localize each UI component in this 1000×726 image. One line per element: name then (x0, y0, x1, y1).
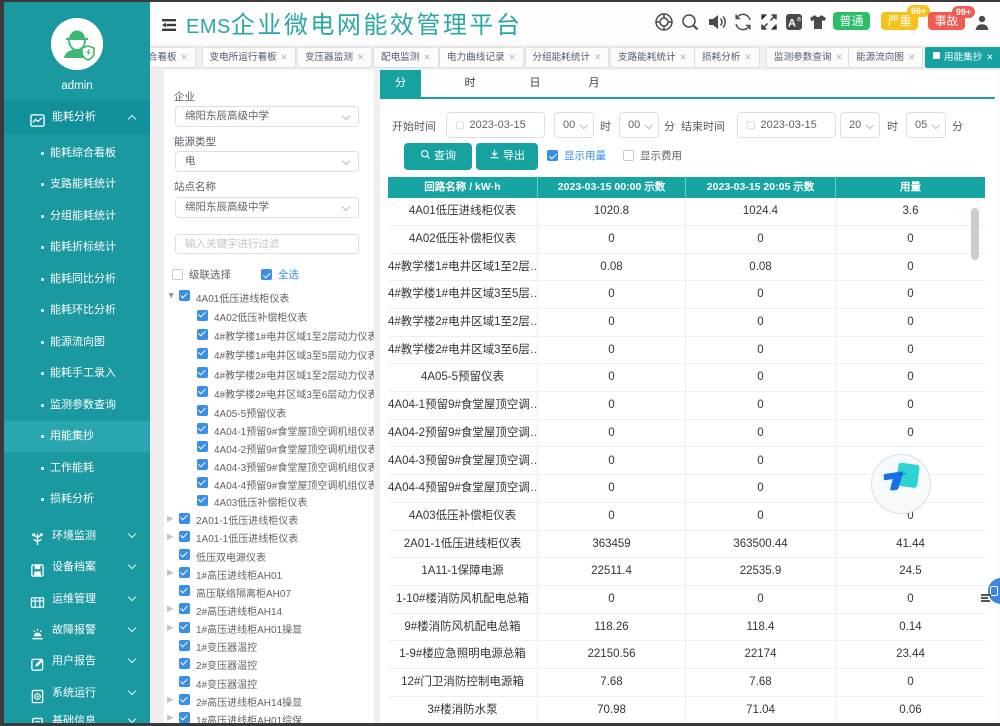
svg-text:a: a (797, 16, 801, 23)
svg-text:A: A (788, 18, 796, 30)
